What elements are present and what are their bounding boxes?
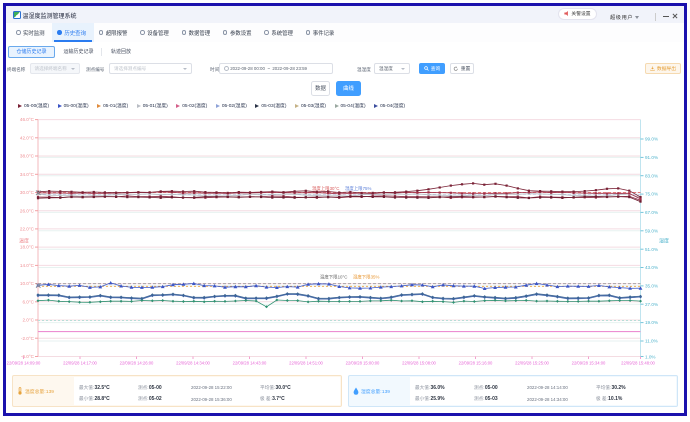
svg-text:22/09/28 15:25:00: 22/09/28 15:25:00 <box>515 361 549 366</box>
svg-text:11.0%: 11.0% <box>645 339 658 344</box>
svg-text:湿度: 湿度 <box>659 238 669 245</box>
svg-text:温度下限10°C: 温度下限10°C <box>320 274 347 281</box>
svg-text:99.0%: 99.0% <box>645 137 658 142</box>
svg-text:湿度上限75%: 湿度上限75% <box>345 185 371 192</box>
svg-text:6.0°C: 6.0°C <box>22 299 34 304</box>
svg-text:59.0%: 59.0% <box>645 228 658 233</box>
svg-text:35.0%: 35.0% <box>645 284 658 289</box>
svg-text:18.0°C: 18.0°C <box>20 245 35 250</box>
svg-text:22/09/28 15:08:00: 22/09/28 15:08:00 <box>402 361 436 366</box>
svg-text:温度: 温度 <box>19 238 29 245</box>
svg-text:湿度下限35%: 湿度下限35% <box>353 274 379 281</box>
svg-text:19.0%: 19.0% <box>645 320 658 325</box>
svg-text:43.0%: 43.0% <box>645 265 658 270</box>
svg-text:22/09/28 15:16:00: 22/09/28 15:16:00 <box>459 361 493 366</box>
svg-text:10.0°C: 10.0°C <box>20 281 35 286</box>
svg-text:83.0%: 83.0% <box>645 173 658 178</box>
svg-text:30.0°C: 30.0°C <box>20 190 35 195</box>
svg-text:14.0°C: 14.0°C <box>20 263 35 268</box>
svg-text:46.0°C: 46.0°C <box>20 117 35 122</box>
svg-text:22/09/28 14:17:00: 22/09/28 14:17:00 <box>63 361 97 366</box>
svg-text:2.0°C: 2.0°C <box>22 318 34 323</box>
svg-text:22/09/28 14:43:00: 22/09/28 14:43:00 <box>233 361 267 366</box>
svg-text:22.0°C: 22.0°C <box>20 227 35 232</box>
svg-text:51.0%: 51.0% <box>645 247 658 252</box>
svg-text:91.0%: 91.0% <box>645 155 658 160</box>
svg-text:67.0%: 67.0% <box>645 210 658 215</box>
svg-text:22/09/28 14:34:00: 22/09/28 14:34:00 <box>176 361 210 366</box>
svg-text:-2.0°C: -2.0°C <box>21 336 35 341</box>
svg-text:22/09/28 15:00:00: 22/09/28 15:00:00 <box>346 361 380 366</box>
svg-text:22/09/28 14:26:00: 22/09/28 14:26:00 <box>120 361 154 366</box>
svg-text:22/09/28 15:34:00: 22/09/28 15:34:00 <box>572 361 606 366</box>
svg-text:27.0%: 27.0% <box>645 302 658 307</box>
svg-text:1.0%: 1.0% <box>645 354 655 359</box>
svg-text:22/09/28 15:48:00: 22/09/28 15:48:00 <box>621 361 655 366</box>
svg-text:42.0°C: 42.0°C <box>20 135 35 140</box>
svg-text:-6.0°C: -6.0°C <box>21 354 35 359</box>
svg-text:38.0°C: 38.0°C <box>20 154 35 159</box>
svg-text:22/09/28 14:09:00: 22/09/28 14:09:00 <box>7 361 41 366</box>
svg-text:22/09/28 14:51:00: 22/09/28 14:51:00 <box>289 361 323 366</box>
svg-text:26.0°C: 26.0°C <box>20 208 35 213</box>
svg-text:34.0°C: 34.0°C <box>20 172 35 177</box>
svg-text:75.0%: 75.0% <box>645 192 658 197</box>
